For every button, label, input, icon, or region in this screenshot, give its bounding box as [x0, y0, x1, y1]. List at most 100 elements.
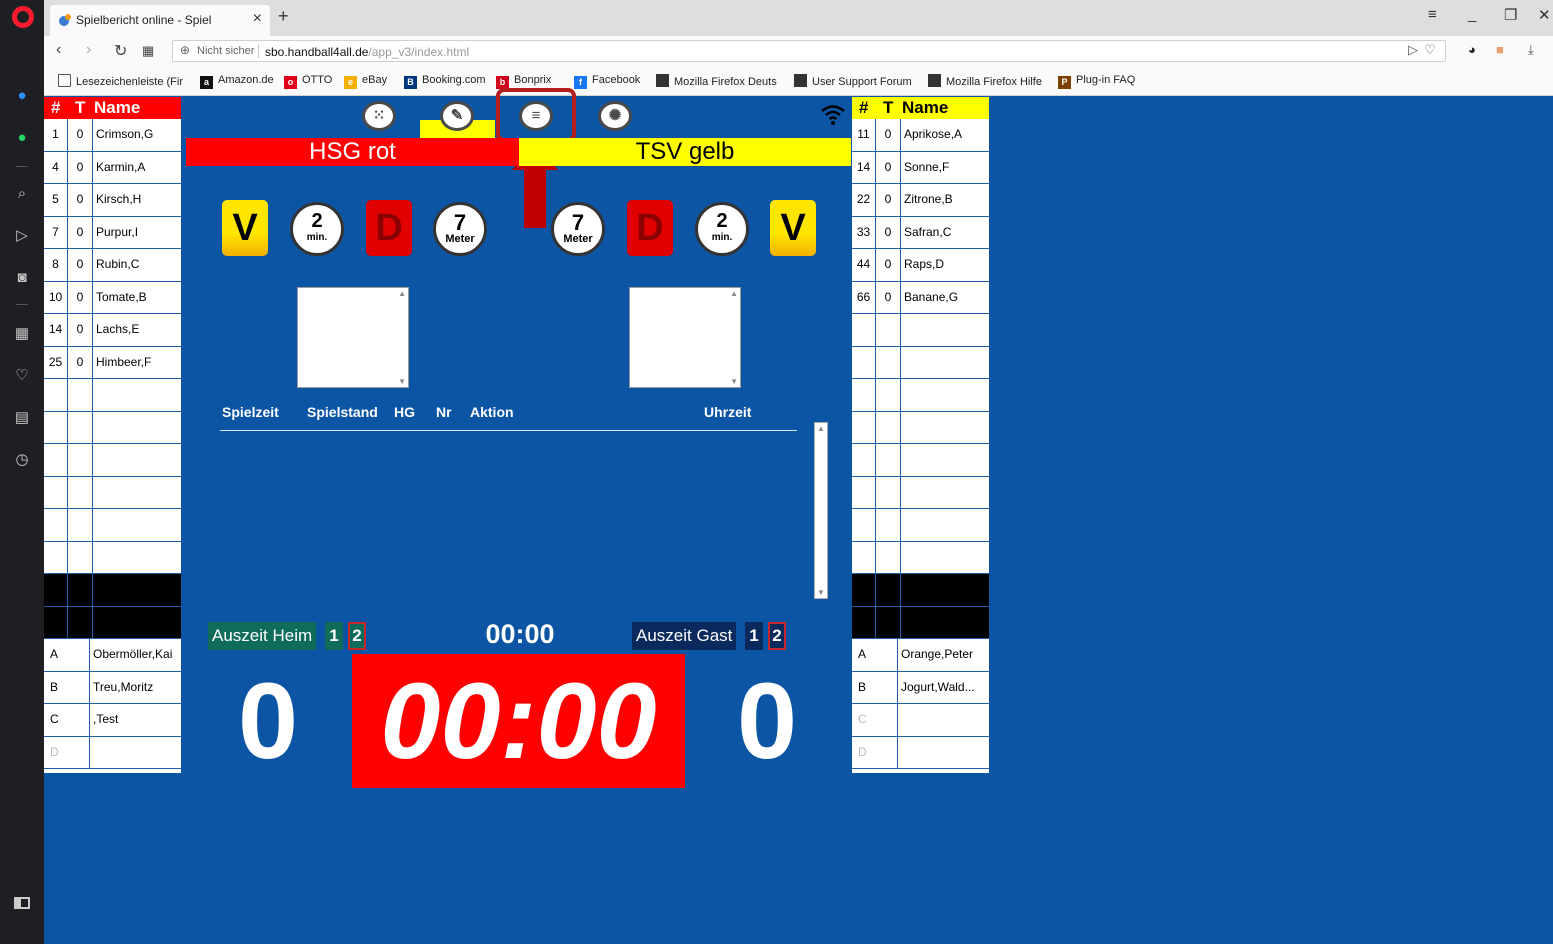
home-official-row[interactable]: B Treu,Moritz — [44, 671, 181, 704]
bookmark-item[interactable]: Mozilla Firefox Deuts — [656, 74, 777, 88]
scroll-down-icon[interactable]: ▼ — [398, 377, 406, 386]
bookmark-item[interactable]: Lesezeichenleiste (Fir — [58, 74, 183, 88]
guest-player-row[interactable]: 11 0 Aprikose,A — [852, 119, 989, 152]
back-icon[interactable]: ‹ — [56, 41, 61, 59]
home-official-row[interactable]: A Obermöller,Kai — [44, 639, 181, 672]
home-timeout-button[interactable]: Auszeit Heim — [208, 622, 317, 650]
home-warning-button[interactable]: V — [222, 200, 268, 256]
home-timeout-2[interactable]: 2 — [348, 622, 366, 650]
tab-menu-icon[interactable]: ≡ — [1428, 6, 1437, 23]
bookmark-item[interactable]: e eBay — [344, 74, 387, 89]
guest-select-list[interactable]: ▲ ▼ — [629, 287, 741, 388]
guest-disqualification-button[interactable]: D — [627, 200, 673, 256]
home-player-row[interactable]: 5 0 Kirsch,H — [44, 184, 181, 217]
home-timeout-1[interactable]: 1 — [325, 622, 343, 650]
scroll-down-icon[interactable]: ▼ — [730, 377, 738, 386]
tab-close-icon[interactable]: × — [253, 10, 262, 28]
guest-player-row[interactable]: 44 0 Raps,D — [852, 249, 989, 282]
home-player-row[interactable]: 14 0 Lachs,E — [44, 314, 181, 347]
extension-icon[interactable]: ■ — [1496, 42, 1504, 57]
guest-player-row[interactable]: 66 0 Banane,G — [852, 281, 989, 314]
search-icon[interactable]: ⌕ — [10, 182, 34, 206]
game-clock[interactable]: 00:00 — [352, 654, 685, 788]
home-player-row[interactable] — [44, 379, 181, 412]
guest-official-row[interactable]: B Jogurt,Wald... — [852, 671, 989, 704]
whatsapp-icon[interactable]: ● — [10, 126, 34, 150]
guest-suspension-button[interactable]: 2 min. — [695, 202, 749, 256]
edit-button[interactable]: ✎ — [440, 101, 474, 131]
bookmark-item[interactable]: B Booking.com — [404, 74, 486, 89]
bookmark-item[interactable]: User Support Forum — [794, 74, 912, 88]
guest-timeout-2[interactable]: 2 — [768, 622, 786, 650]
messenger-icon[interactable]: ● — [10, 84, 34, 108]
scroll-up-icon[interactable]: ▲ — [398, 289, 406, 298]
reload-icon[interactable]: ↻ — [114, 41, 127, 61]
guest-warning-button[interactable]: V — [770, 200, 816, 256]
opera-logo-icon[interactable] — [12, 6, 34, 28]
home-player-row[interactable] — [44, 541, 181, 574]
guest-official-row[interactable]: D — [852, 736, 989, 769]
home-player-row[interactable] — [44, 509, 181, 542]
bookmark-item[interactable]: P Plug-in FAQ — [1058, 74, 1135, 89]
guest-player-row[interactable] — [852, 541, 989, 574]
home-player-row[interactable] — [44, 411, 181, 444]
guest-player-row[interactable] — [852, 346, 989, 379]
new-tab-icon[interactable]: + — [278, 6, 289, 27]
home-player-row[interactable]: 8 0 Rubin,C — [44, 249, 181, 282]
guest-player-row[interactable] — [852, 411, 989, 444]
guest-player-row[interactable]: 22 0 Zitrone,B — [852, 184, 989, 217]
home-player-row[interactable]: 25 0 Himbeer,F — [44, 346, 181, 379]
camera-icon[interactable]: ◙ — [10, 266, 34, 290]
home-player-row[interactable]: 1 0 Crimson,G — [44, 119, 181, 152]
bookmark-item[interactable]: f Facebook — [574, 74, 640, 89]
heart-icon[interactable]: ♡ — [10, 364, 34, 388]
scroll-down-icon[interactable]: ▼ — [817, 588, 825, 597]
home-official-row[interactable]: C ,Test — [44, 704, 181, 737]
tabs-grid-icon[interactable]: ▦ — [142, 43, 154, 59]
home-official-row[interactable]: D — [44, 736, 181, 769]
guest-timeout-button[interactable]: Auszeit Gast — [632, 622, 737, 650]
bookmark-item[interactable]: b Bonprix — [496, 74, 551, 89]
minimize-icon[interactable]: _ — [1468, 6, 1476, 23]
home-suspension-button[interactable]: 2 min. — [290, 202, 344, 256]
close-window-icon[interactable]: ✕ — [1538, 6, 1551, 24]
history-icon[interactable]: ◷ — [10, 448, 34, 472]
home-player-row[interactable]: 4 0 Karmin,A — [44, 151, 181, 184]
news-icon[interactable]: ▤ — [10, 406, 34, 430]
guest-player-row[interactable] — [852, 314, 989, 347]
guest-official-row[interactable]: C — [852, 704, 989, 737]
scroll-up-icon[interactable]: ▲ — [730, 289, 738, 298]
home-player-row[interactable] — [44, 476, 181, 509]
download-icon[interactable]: ⤓ — [1528, 42, 1534, 58]
scroll-up-icon[interactable]: ▲ — [817, 424, 825, 433]
bookmark-item[interactable]: Mozilla Firefox Hilfe — [928, 74, 1042, 88]
forward-icon[interactable]: › — [86, 41, 91, 59]
home-select-list[interactable]: ▲ ▼ — [297, 287, 409, 388]
sidebar-toggle-icon[interactable] — [14, 897, 30, 909]
guest-player-row[interactable] — [852, 509, 989, 542]
maximize-icon[interactable]: ❐ — [1504, 6, 1517, 24]
home-player-row[interactable] — [44, 444, 181, 477]
settings-button[interactable]: ✺ — [598, 101, 632, 131]
guest-player-row[interactable] — [852, 476, 989, 509]
guest-official-row[interactable]: A Orange,Peter — [852, 639, 989, 672]
bookmark-item[interactable]: a Amazon.de — [200, 74, 274, 89]
browser-tab[interactable]: Spielbericht online - Spiel × — [50, 5, 270, 36]
bookmark-heart-icon[interactable]: ♡ — [1424, 42, 1436, 58]
guest-timeout-1[interactable]: 1 — [745, 622, 763, 650]
guest-player-row[interactable]: 33 0 Safran,C — [852, 216, 989, 249]
guest-player-row[interactable]: 14 0 Sonne,F — [852, 151, 989, 184]
bookmark-item[interactable]: o OTTO — [284, 74, 332, 89]
url-input[interactable]: ⊕ Nicht sicher sbo.handball4all.de/app_v… — [172, 40, 1446, 62]
account-icon[interactable]: ◕ — [1468, 42, 1476, 57]
log-scrollbar[interactable]: ▲ ▼ — [814, 422, 828, 599]
guest-penalty-button[interactable]: 7 Meter — [551, 202, 605, 256]
send-icon[interactable]: ▷ — [1408, 42, 1418, 58]
guest-player-row[interactable] — [852, 444, 989, 477]
home-player-row[interactable]: 7 0 Purpur,I — [44, 216, 181, 249]
flow-icon[interactable]: ▷ — [10, 224, 34, 248]
home-player-row[interactable]: 10 0 Tomate,B — [44, 281, 181, 314]
keypad-button[interactable]: ⁙ — [362, 101, 396, 131]
home-penalty-button[interactable]: 7 Meter — [433, 202, 487, 256]
guest-player-row[interactable] — [852, 379, 989, 412]
